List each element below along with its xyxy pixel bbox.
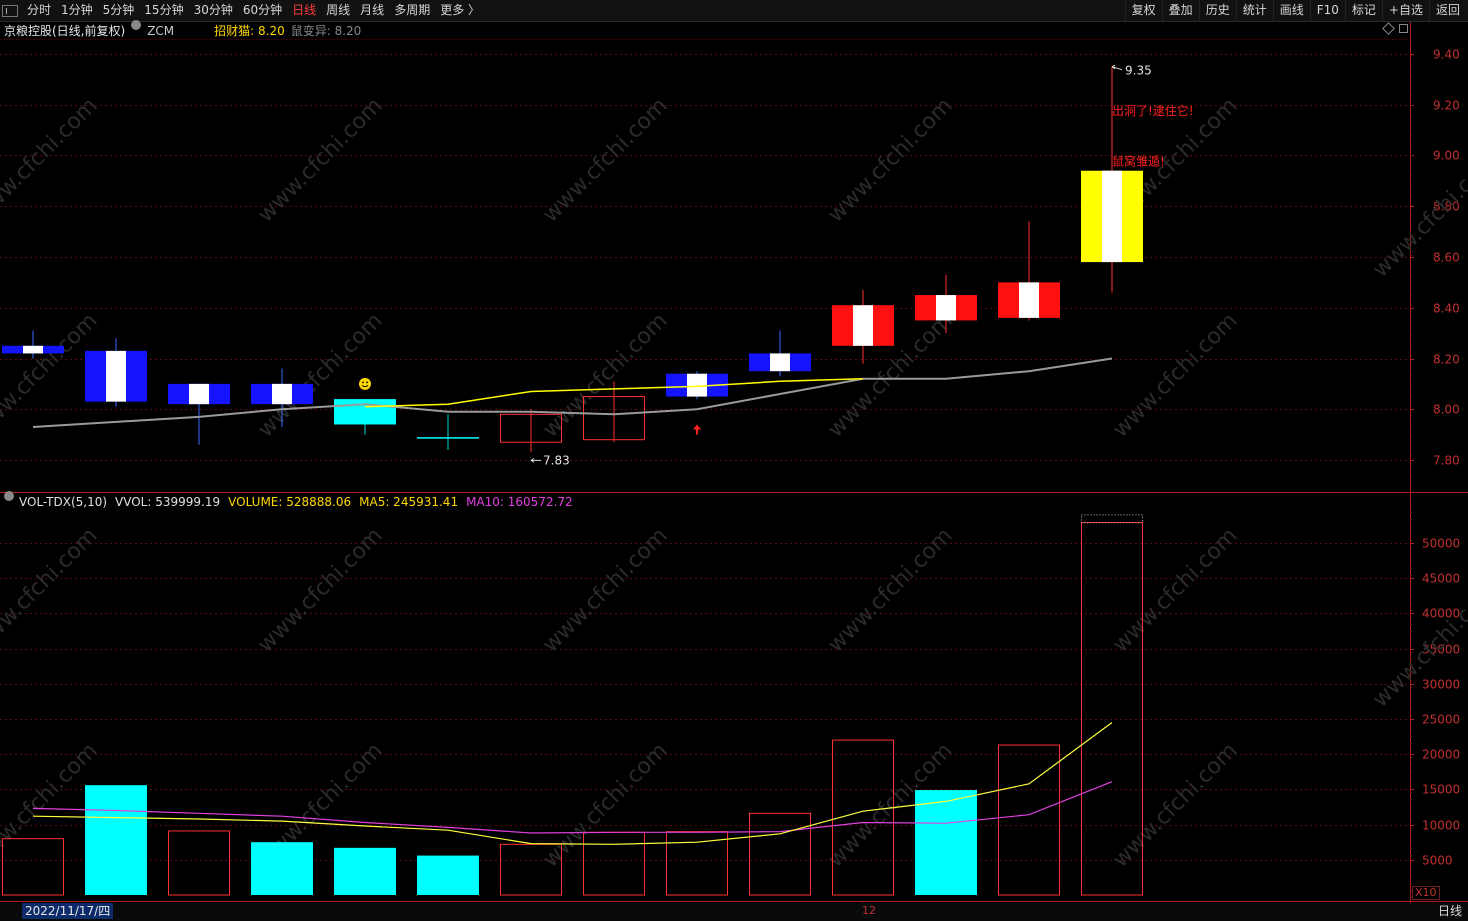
candle-body-center bbox=[23, 345, 43, 354]
candle-body-center bbox=[687, 373, 707, 397]
volume-settings-icon[interactable] bbox=[4, 491, 14, 501]
price-tick-label: 8.40 bbox=[1433, 302, 1460, 316]
candle-body-center bbox=[1019, 282, 1039, 318]
price-tick-label: 9.40 bbox=[1433, 48, 1460, 62]
volume-bar bbox=[915, 790, 977, 895]
volume-bar bbox=[417, 855, 479, 895]
candle-body-center bbox=[106, 350, 126, 402]
watermark-text: www.cfchi.com bbox=[538, 308, 672, 442]
smiley-eye bbox=[366, 381, 368, 384]
volume-bar bbox=[666, 831, 728, 896]
panel-controls bbox=[1382, 22, 1408, 35]
price-panel-header: 京粮控股(日线,前复权) ZCM 招财猫: 8.20 鼠变异: 8.20 bbox=[4, 20, 362, 40]
line2-value: 鼠变异: 8.20 bbox=[290, 24, 362, 38]
volume-tick-label: 10000 bbox=[1422, 819, 1460, 833]
volume-tick-label: 45000 bbox=[1422, 572, 1460, 586]
price-tick-label: 9.20 bbox=[1433, 99, 1460, 113]
volume-multiplier: X10 bbox=[1412, 886, 1440, 900]
watermark-text: www.cfchi.com bbox=[823, 93, 957, 227]
kline-chart[interactable]: 7.808.008.208.408.608.809.009.209.405000… bbox=[0, 0, 1468, 921]
candle-body-center bbox=[936, 295, 956, 321]
price-tick-label: 8.20 bbox=[1433, 353, 1460, 367]
candle-body-center bbox=[189, 383, 209, 405]
volume-bar bbox=[85, 785, 147, 895]
watermark-text: www.cfchi.com bbox=[1368, 578, 1468, 712]
high-mark-arrow bbox=[1111, 64, 1123, 71]
smiley-eye bbox=[362, 381, 364, 384]
annotation-text-2: 鼠窝雏遁! bbox=[1112, 154, 1165, 169]
watermark-text: www.cfchi.com bbox=[538, 738, 672, 872]
vvol-marker bbox=[1081, 514, 1143, 524]
volume-panel-header: VOL-TDX(5,10) VVOL: 539999.19 VOLUME: 52… bbox=[4, 491, 573, 511]
indicator-settings-icon[interactable] bbox=[131, 20, 142, 30]
volume-bar bbox=[2, 838, 64, 896]
annotation-text-1: 出洞了!逮住它! bbox=[1112, 103, 1194, 118]
candle-body bbox=[417, 437, 479, 439]
volume-tick-label: 25000 bbox=[1422, 713, 1460, 727]
line1-value: 招财猫: 8.20 bbox=[214, 24, 285, 38]
ma5-value: MA5: 245931.41 bbox=[359, 495, 459, 509]
volume-bar bbox=[168, 830, 230, 896]
watermark-text: www.cfchi.com bbox=[0, 93, 103, 227]
price-tick-label: 7.80 bbox=[1433, 454, 1460, 468]
price-tick-label: 9.00 bbox=[1433, 149, 1460, 163]
volume-tick-label: 50000 bbox=[1422, 537, 1460, 551]
price-tick-label: 8.60 bbox=[1433, 251, 1460, 265]
volume-tick-label: 30000 bbox=[1422, 678, 1460, 692]
diamond-icon[interactable] bbox=[1382, 22, 1395, 35]
high-mark-label: 9.35 bbox=[1125, 64, 1152, 78]
watermark-text: www.cfchi.com bbox=[538, 93, 672, 227]
cycle-label[interactable]: 日线 bbox=[1438, 903, 1462, 919]
smiley-icon bbox=[359, 377, 371, 390]
volume-tick-label: 15000 bbox=[1422, 783, 1460, 797]
maximize-icon[interactable] bbox=[1399, 24, 1408, 33]
time-axis-bar bbox=[0, 903, 1468, 921]
month-mark: 12 bbox=[862, 904, 876, 917]
candle-body-center bbox=[770, 353, 790, 372]
volume-bar bbox=[334, 847, 396, 895]
up-arrow-icon bbox=[693, 424, 701, 435]
volume-bar bbox=[251, 842, 313, 895]
vvol-value: VVOL: 539999.19 bbox=[115, 495, 221, 509]
volume-value: VOLUME: 528888.06 bbox=[228, 495, 352, 509]
watermark-text: www.cfchi.com bbox=[1108, 738, 1242, 872]
watermark-text: www.cfchi.com bbox=[1108, 308, 1242, 442]
candle-body-center bbox=[272, 383, 292, 405]
candle-body bbox=[334, 399, 396, 425]
volume-tick-label: 20000 bbox=[1422, 748, 1460, 762]
volume-indicator-name[interactable]: VOL-TDX(5,10) bbox=[19, 493, 107, 511]
low-mark-label: 7.83 bbox=[543, 453, 570, 467]
candle-body-center bbox=[853, 305, 873, 346]
ma10-value: MA10: 160572.72 bbox=[466, 495, 573, 509]
stock-title[interactable]: 京粮控股(日线,前复权) bbox=[4, 22, 125, 40]
low-mark-arrow bbox=[530, 457, 541, 463]
cursor-date: 2022/11/17/四 bbox=[22, 903, 114, 919]
watermark-text: www.cfchi.com bbox=[253, 93, 387, 227]
volume-bar bbox=[583, 831, 645, 896]
price-tick-label: 8.00 bbox=[1433, 403, 1460, 417]
indicator-name[interactable]: ZCM bbox=[147, 22, 174, 40]
candle-body-center bbox=[1102, 170, 1122, 263]
volume-tick-label: 5000 bbox=[1422, 854, 1453, 868]
